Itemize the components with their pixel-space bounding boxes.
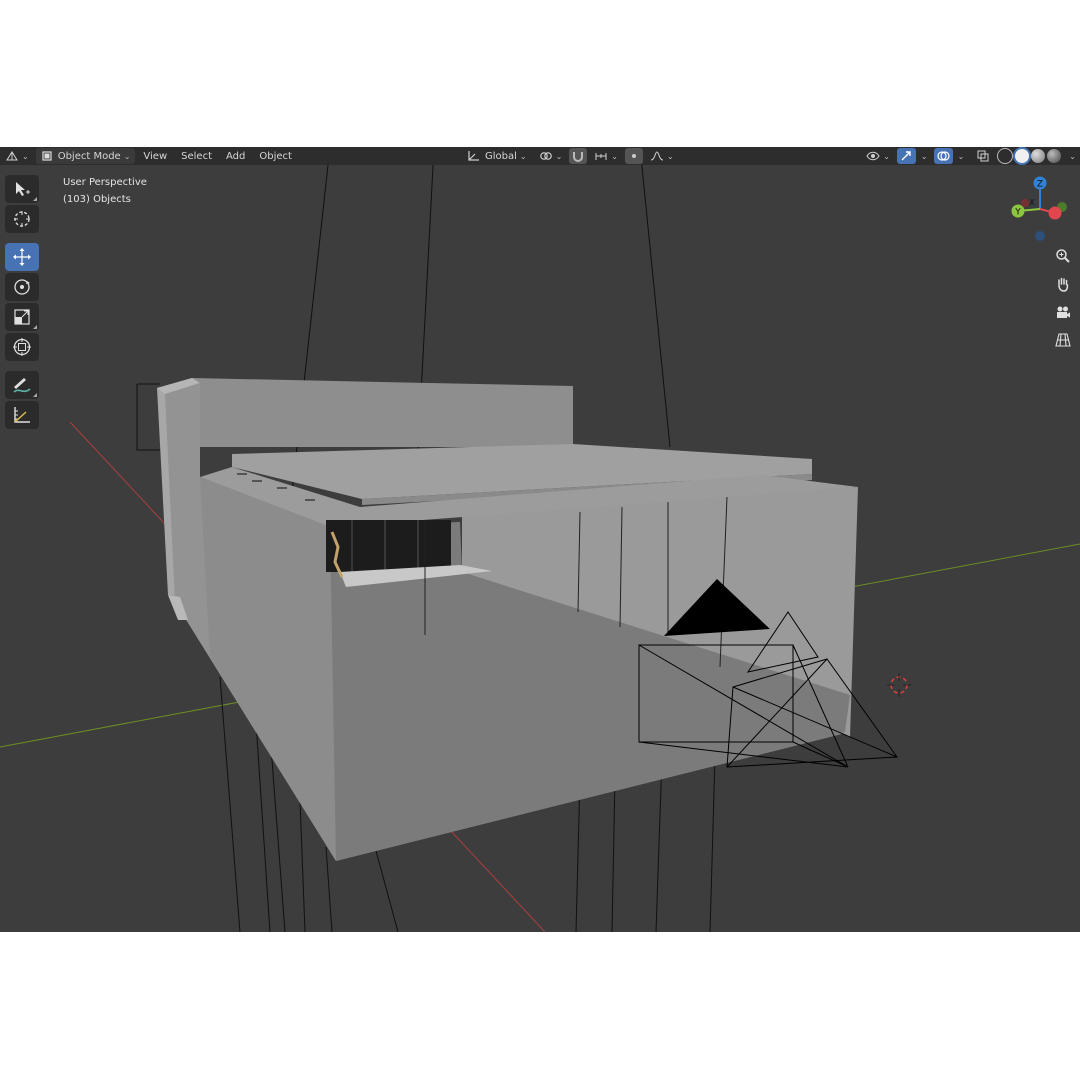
menu-view[interactable]: View [137,148,173,164]
select-box-icon [16,182,30,196]
navigation-gizmo[interactable]: Z Y X [1000,173,1080,243]
measure-tool[interactable] [5,401,39,429]
material-shading-icon[interactable] [1031,149,1046,163]
wireframe-shading-icon[interactable] [997,148,1014,164]
grid-ortho-icon [1055,333,1071,347]
x-axis-label: X [1029,198,1035,207]
falloff-curve-icon [650,151,664,161]
scale-icon [14,309,30,325]
proportional-edit-icon [631,154,636,158]
rotate-icon [14,279,30,295]
link-icon [539,152,552,160]
navigation-buttons [1052,245,1074,351]
transform-icon [13,338,31,356]
cursor-icon [14,211,30,227]
grid-axes-icon [6,151,18,161]
chevron-down-icon: ⌄ [519,151,527,161]
gizmo-toggle[interactable] [896,148,916,164]
snap-toggle[interactable] [569,148,588,164]
pivot-button[interactable]: ⌄ [534,148,568,164]
mode-label: Object Mode [57,150,121,162]
solid-shading-icon[interactable] [1015,149,1030,163]
annotate-icon [13,378,31,393]
zoom-button[interactable] [1052,245,1074,267]
chevron-down-icon: ⌄ [666,151,674,161]
camera-view-button[interactable] [1052,301,1074,323]
chevron-down-icon: ⌄ [555,151,563,161]
view-name: User Perspective [63,177,147,188]
pan-button[interactable] [1052,273,1074,295]
overlay-toggle[interactable] [933,148,953,164]
object-mode-icon [42,151,52,161]
visibility-select[interactable]: ⌄ [861,148,895,164]
y-axis-label: Y [1014,208,1021,218]
overlay-icon [936,151,950,161]
transform-orientation-icon [468,151,479,161]
measure-icon [14,407,30,423]
menu-add[interactable]: Add [220,148,251,164]
ortho-toggle-button[interactable] [1052,329,1074,351]
rotate-tool[interactable] [5,273,39,301]
xray-toggle[interactable] [974,148,992,164]
viewport-info: User Perspective (103) Objects [63,174,147,208]
snap-element-select[interactable]: ⌄ [589,148,623,164]
scale-tool[interactable] [5,303,39,331]
orientation-select[interactable]: Global ⌄ [462,148,532,164]
blender-3d-viewport[interactable]: ⌄ Object Mode ⌄ View Select Add Object G… [0,147,1080,932]
orientation-label: Global [484,150,517,162]
tool-shelf [5,175,39,429]
x-axis-ball[interactable] [1048,206,1062,220]
gizmo-arrow-icon [901,151,911,161]
glass-window [326,520,451,572]
shading-buttons [994,148,1064,164]
cursor-tool[interactable] [5,205,39,233]
menu-object[interactable]: Object [253,148,298,164]
neg-z-axis-dot[interactable] [1035,231,1045,241]
xray-icon [977,150,989,162]
transform-tool[interactable] [5,333,39,361]
hand-pan-icon [1058,277,1069,292]
zoom-icon [1056,249,1070,263]
chevron-down-icon: ⌄ [883,151,890,161]
3d-cursor [887,673,911,697]
chevron-down-icon[interactable]: ⌄ [921,152,928,161]
move-tool[interactable] [5,243,39,271]
move-icon [13,248,31,266]
neg-x-axis-dot[interactable] [1021,199,1029,207]
proportional-edit-toggle[interactable] [624,148,643,164]
object-count: (103) Objects [63,194,131,205]
chevron-down-icon: ⌄ [22,151,29,161]
chevron-down-icon[interactable]: ⌄ [958,152,965,161]
rendered-shading-icon[interactable] [1047,149,1062,163]
viewport-header: ⌄ Object Mode ⌄ View Select Add Object G… [0,147,1080,165]
snap-increment-icon [595,153,607,160]
chevron-down-icon: ⌄ [123,151,131,161]
back-wall [192,378,573,447]
snap-magnet-icon [573,152,584,162]
editor-type-button[interactable]: ⌄ [0,148,34,164]
menu-select[interactable]: Select [175,148,218,164]
falloff-select[interactable]: ⌄ [645,148,679,164]
annotate-tool[interactable] [5,371,39,399]
left-face-highlight [200,477,336,861]
z-axis-label: Z [1037,180,1043,190]
mode-select[interactable]: Object Mode ⌄ [35,148,136,164]
camera-icon [1057,306,1070,318]
chevron-down-icon: ⌄ [611,151,618,161]
chevron-down-icon[interactable]: ⌄ [1069,152,1076,161]
scene-canvas[interactable] [0,147,1080,932]
visibility-eye-icon [866,151,880,161]
select-box-tool[interactable] [5,175,39,203]
